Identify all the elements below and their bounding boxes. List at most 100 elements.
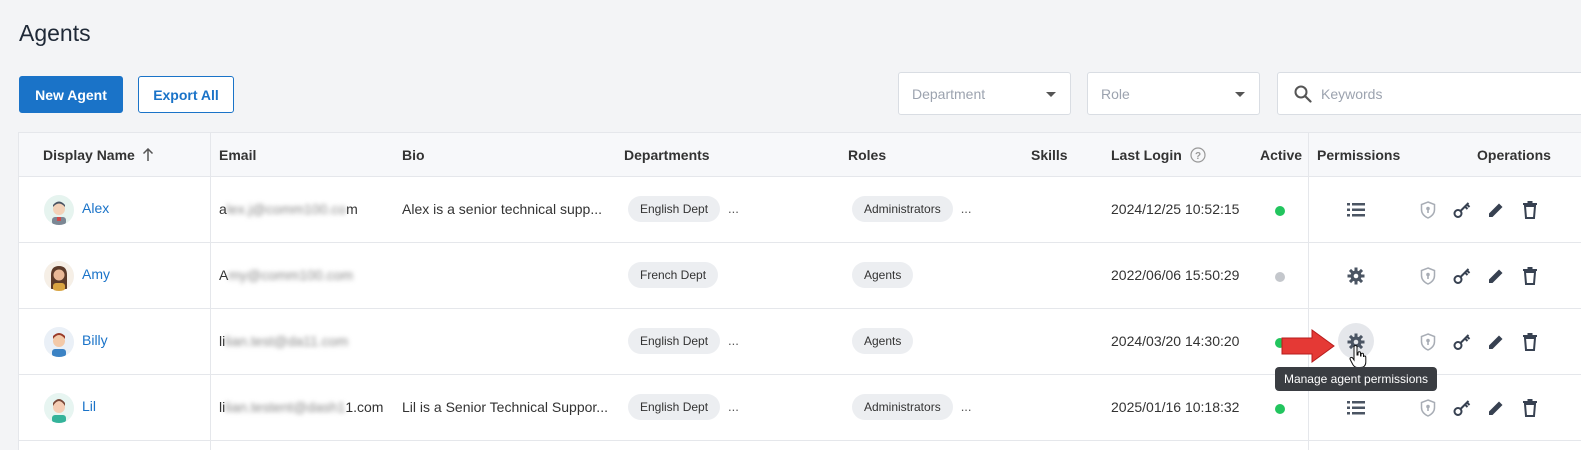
edit-icon[interactable]	[1485, 331, 1507, 353]
roles-cell: Agents	[852, 328, 914, 354]
department-select[interactable]: Department	[898, 72, 1071, 115]
edit-icon[interactable]	[1485, 397, 1507, 419]
email-cell: lilian.testent@dash11.com	[219, 399, 383, 415]
email-cell: alex.j@comm100.com	[219, 201, 358, 217]
shield-icon[interactable]	[1417, 331, 1439, 353]
email-cell: lilian.test@da11.com	[219, 333, 348, 349]
more-departments[interactable]: ...	[728, 201, 739, 216]
column-permissions: Permissions	[1317, 147, 1401, 163]
agent-name[interactable]: Lil	[82, 398, 96, 414]
departments-cell: French Dept	[628, 262, 719, 288]
table-header: Display Name Email Bio Departments Roles…	[19, 133, 1581, 177]
column-bio: Bio	[402, 147, 425, 163]
role-select[interactable]: Role	[1087, 72, 1260, 115]
bio-cell: Alex is a senior technical supp...	[402, 201, 602, 217]
role-tag: Administrators	[852, 196, 953, 222]
key-icon[interactable]	[1451, 397, 1473, 419]
more-roles[interactable]: ...	[961, 399, 972, 414]
agent-name-link[interactable]: Lil	[82, 398, 96, 414]
active-status-dot	[1275, 206, 1285, 216]
email-visible-prefix: A	[219, 267, 229, 283]
key-icon[interactable]	[1451, 265, 1473, 287]
email-visible-prefix: a	[219, 201, 227, 217]
column-departments: Departments	[624, 147, 710, 163]
gear-icon[interactable]	[1345, 265, 1367, 287]
email-cell: Amy@comm100.com	[219, 267, 353, 283]
list-icon[interactable]	[1345, 199, 1367, 221]
last-login-cell: 2025/01/16 10:18:32	[1111, 399, 1240, 415]
hand-cursor-icon	[1349, 345, 1367, 368]
departments-cell: English Dept...	[628, 394, 739, 420]
search-input[interactable]	[1321, 85, 1561, 102]
department-select-placeholder: Department	[912, 85, 986, 102]
more-departments[interactable]: ...	[728, 399, 739, 414]
edit-icon[interactable]	[1485, 265, 1507, 287]
department-tag: English Dept	[628, 394, 721, 420]
delete-icon[interactable]	[1519, 199, 1541, 221]
last-login-cell: 2024/12/25 10:52:15	[1111, 201, 1240, 217]
column-display-name[interactable]: Display Name	[43, 147, 154, 163]
column-active: Active	[1260, 147, 1303, 163]
column-last-login-label: Last Login	[1111, 147, 1182, 163]
list-icon[interactable]	[1345, 397, 1367, 419]
agent-name-link[interactable]: Alex	[82, 200, 109, 216]
agent-name-link[interactable]: Amy	[82, 266, 110, 282]
new-agent-button[interactable]: New Agent	[19, 76, 123, 113]
table-row: Billy lilian.test@da11.com English Dept.…	[19, 309, 1581, 375]
column-skills: Skills	[1031, 147, 1068, 163]
last-login-cell: 2022/06/06 15:50:29	[1111, 267, 1240, 283]
tooltip: Manage agent permissions	[1275, 367, 1437, 391]
email-visible-suffix: 1.com	[345, 399, 384, 415]
delete-icon[interactable]	[1519, 265, 1541, 287]
annotation-arrow-icon	[1281, 329, 1335, 363]
column-display-name-label: Display Name	[43, 147, 135, 163]
caret-down-icon	[1046, 92, 1056, 97]
department-tag: English Dept	[628, 328, 721, 354]
key-icon[interactable]	[1451, 199, 1473, 221]
bio-cell: Lil is a Senior Technical Suppor...	[402, 399, 608, 415]
role-select-placeholder: Role	[1101, 85, 1130, 102]
roles-cell: Administrators...	[852, 394, 972, 420]
role-tag: Agents	[852, 262, 914, 288]
agent-name[interactable]: Alex	[82, 200, 109, 216]
column-email: Email	[219, 147, 257, 163]
help-icon[interactable]: ?	[1190, 147, 1206, 163]
avatar	[44, 195, 74, 225]
column-last-login: Last Login ?	[1111, 147, 1206, 163]
column-operations: Operations	[1477, 147, 1551, 163]
delete-icon[interactable]	[1519, 397, 1541, 419]
sort-ascending-icon[interactable]	[142, 148, 154, 162]
email-blurred: lian.testent@dash1	[225, 399, 346, 415]
agent-name[interactable]: Amy	[82, 266, 110, 282]
avatar	[44, 393, 74, 423]
page-title: Agents	[19, 20, 91, 46]
agent-name-link[interactable]: Billy	[82, 332, 108, 348]
department-tag: English Dept	[628, 196, 721, 222]
column-roles: Roles	[848, 147, 887, 163]
email-blurred: lian.test@da11.com	[225, 333, 349, 349]
search-box[interactable]	[1277, 72, 1581, 115]
key-icon[interactable]	[1451, 331, 1473, 353]
role-tag: Administrators	[852, 394, 953, 420]
agents-table: Display Name Email Bio Departments Roles…	[18, 132, 1581, 450]
department-tag: French Dept	[628, 262, 719, 288]
more-roles[interactable]: ...	[961, 201, 972, 216]
shield-icon[interactable]	[1417, 199, 1439, 221]
delete-icon[interactable]	[1519, 331, 1541, 353]
last-login-cell: 2024/03/20 14:30:20	[1111, 333, 1240, 349]
caret-down-icon	[1235, 92, 1245, 97]
more-departments[interactable]: ...	[728, 333, 739, 348]
shield-icon[interactable]	[1417, 265, 1439, 287]
export-all-button[interactable]: Export All	[138, 76, 234, 113]
email-blurred: my@comm100.com	[228, 267, 354, 283]
avatar	[44, 327, 74, 357]
email-blurred: lex.j@comm100.co	[226, 201, 347, 217]
departments-cell: English Dept...	[628, 196, 739, 222]
role-tag: Agents	[852, 328, 914, 354]
roles-cell: Agents	[852, 262, 914, 288]
agent-name[interactable]: Billy	[82, 332, 108, 348]
avatar	[44, 261, 74, 291]
shield-icon[interactable]	[1417, 397, 1439, 419]
edit-icon[interactable]	[1485, 199, 1507, 221]
active-status-dot	[1275, 404, 1285, 414]
